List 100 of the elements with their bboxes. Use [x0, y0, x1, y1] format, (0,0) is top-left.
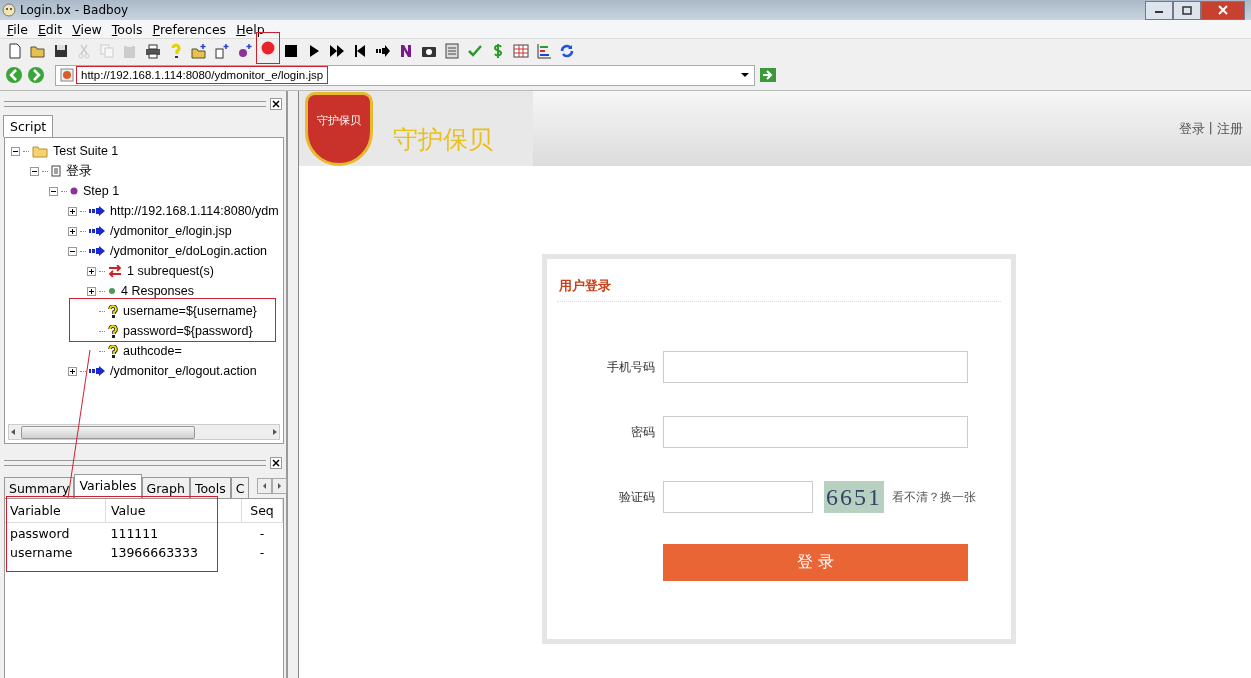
- captcha-image: 6651: [824, 481, 884, 513]
- horizontal-scrollbar[interactable]: [8, 424, 280, 440]
- table-cell: password: [5, 522, 106, 542]
- add-step-icon: [237, 43, 253, 59]
- login-link[interactable]: 登录: [1178, 119, 1205, 138]
- tree-item[interactable]: /ydmonitor_e/logout.action: [108, 364, 257, 378]
- arrow-icon: [89, 246, 105, 256]
- jump-icon: [375, 43, 391, 59]
- table-cell: -: [241, 522, 283, 542]
- print-icon: [145, 43, 161, 59]
- stop-icon: [283, 43, 299, 59]
- chart-icon: [536, 43, 552, 59]
- tab-scroll-buttons[interactable]: [257, 478, 288, 494]
- close-button[interactable]: [1201, 0, 1245, 20]
- column-header[interactable]: Value: [105, 499, 242, 523]
- shield-logo: 守护保贝: [305, 91, 373, 166]
- paste-icon: [122, 43, 138, 59]
- collapse-icon[interactable]: [68, 246, 77, 256]
- document-icon: [51, 165, 61, 177]
- window-title: Login.bx - Badboy: [20, 3, 129, 17]
- tree-item[interactable]: 4 Responses: [119, 284, 194, 298]
- menu-item[interactable]: Edit: [32, 21, 68, 37]
- tree-item[interactable]: Step 1: [81, 184, 120, 198]
- input-field[interactable]: [663, 416, 968, 448]
- tab[interactable]: Variables: [74, 474, 142, 498]
- back-icon[interactable]: [5, 66, 23, 84]
- tab[interactable]: Summary: [4, 477, 75, 498]
- close-pane-button[interactable]: [270, 457, 282, 469]
- arrow-icon: [89, 226, 105, 236]
- page-icon: [60, 68, 74, 82]
- menu-item[interactable]: View: [67, 21, 107, 37]
- check-icon: [467, 43, 483, 59]
- close-icon: [1218, 5, 1228, 15]
- question-icon: [108, 324, 118, 338]
- question-icon: [108, 344, 118, 358]
- tab[interactable]: Graph: [141, 477, 190, 498]
- menu-item[interactable]: Preferences: [147, 21, 232, 37]
- tree-item[interactable]: 1 subrequest(s): [125, 264, 214, 278]
- tree-item[interactable]: /ydmonitor_e/doLogin.action: [108, 244, 268, 258]
- refresh-captcha-link[interactable]: 看不清？换一张: [892, 488, 976, 506]
- doc-icon: [444, 43, 460, 59]
- add-test-icon: [214, 43, 230, 59]
- field-label: 验证码: [618, 488, 656, 506]
- menu-item[interactable]: File: [2, 21, 33, 37]
- collapse-icon[interactable]: [30, 166, 39, 176]
- column-header[interactable]: Variable: [5, 499, 106, 523]
- expand-icon[interactable]: [87, 286, 96, 296]
- scroll-right-icon[interactable]: [271, 428, 279, 436]
- brand-name: 守护保贝: [393, 124, 493, 156]
- record-icon: [260, 40, 276, 56]
- menu-item[interactable]: Help: [231, 21, 270, 37]
- save-icon: [53, 43, 69, 59]
- cut-icon: [76, 43, 92, 59]
- address-field[interactable]: http://192.168.1.114:8080/ydmonitor_e/login.jsp: [55, 64, 755, 86]
- forward-icon[interactable]: [27, 66, 45, 84]
- close-pane-button[interactable]: [270, 98, 282, 110]
- swap-arrows-icon: [108, 265, 122, 277]
- expand-icon[interactable]: [68, 206, 77, 216]
- refresh-icon: [559, 43, 575, 59]
- dropdown-caret-icon[interactable]: [740, 72, 750, 78]
- column-header[interactable]: Seq: [241, 499, 283, 523]
- maximize-button[interactable]: [1173, 0, 1201, 20]
- scroll-left-icon[interactable]: [9, 428, 17, 436]
- app-icon: [2, 3, 16, 17]
- go-icon[interactable]: [759, 67, 777, 83]
- maximize-icon: [1182, 5, 1192, 15]
- arrow-icon: [89, 206, 105, 216]
- tree-item[interactable]: http://192.168.1.114:8080/ydm: [108, 204, 279, 218]
- table-cell-text: 13966663333: [109, 544, 199, 561]
- rewind-icon: [352, 43, 368, 59]
- expand-icon[interactable]: [68, 366, 77, 376]
- tree-item[interactable]: Test Suite 1: [51, 144, 119, 158]
- play-all-icon: [329, 43, 345, 59]
- table-icon: [513, 43, 529, 59]
- dot-icon: [108, 287, 116, 295]
- collapse-icon[interactable]: [11, 146, 20, 156]
- table-cell-text: -: [258, 544, 266, 561]
- register-link[interactable]: 注册: [1217, 119, 1243, 138]
- input-field[interactable]: [663, 351, 968, 383]
- arrow-icon: [89, 366, 105, 376]
- tree-item[interactable]: username=${username}: [121, 304, 257, 318]
- minimize-button[interactable]: [1145, 0, 1173, 20]
- table-cell-text: username: [9, 544, 74, 561]
- tree-item[interactable]: 登录: [64, 162, 92, 180]
- input-field[interactable]: [663, 481, 813, 513]
- open-icon: [30, 43, 46, 59]
- tab[interactable]: Tools: [189, 477, 231, 498]
- menu-item[interactable]: Tools: [106, 21, 148, 37]
- script-tab[interactable]: Script: [3, 115, 54, 137]
- folder-icon: [32, 144, 48, 158]
- expand-icon[interactable]: [68, 226, 77, 236]
- collapse-icon[interactable]: [49, 186, 58, 196]
- field-label: 手机号码: [606, 358, 656, 376]
- expand-icon[interactable]: [87, 266, 96, 276]
- link-separator: |: [1208, 119, 1213, 137]
- tree-item[interactable]: authcode=: [121, 344, 182, 358]
- n-icon: [398, 43, 414, 59]
- tree-item[interactable]: password=${password}: [121, 324, 253, 338]
- step-icon: [70, 187, 78, 195]
- tree-item[interactable]: /ydmonitor_e/login.jsp: [108, 224, 232, 238]
